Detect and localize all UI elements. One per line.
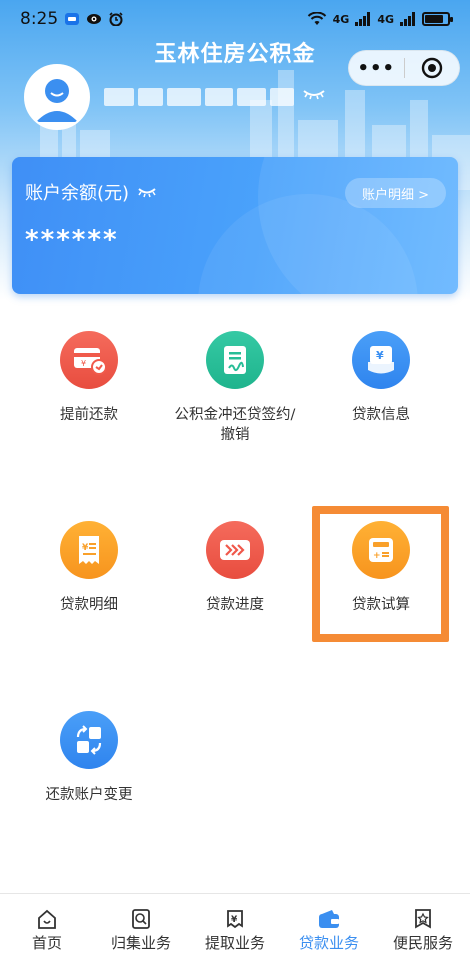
- star-badge-icon: [415, 909, 431, 929]
- menu-item-loan-progress[interactable]: 贷款进度: [160, 521, 310, 615]
- menu-item-loan-detail[interactable]: ¥ 贷款明细: [14, 521, 164, 615]
- close-circle-icon: [421, 57, 442, 79]
- menu-label: 提前还款: [60, 407, 118, 423]
- tab-label: 提取业务: [204, 934, 265, 952]
- receipt-icon: ¥: [60, 521, 118, 579]
- tab-loan[interactable]: 贷款业务: [282, 894, 376, 960]
- message-notification-icon: [65, 13, 80, 25]
- tab-label: 首页: [31, 934, 62, 952]
- menu-label: 还款账户变更: [45, 787, 133, 803]
- menu-item-early-repay[interactable]: ¥ 提前还款: [14, 331, 164, 425]
- menu-label: 公积金冲还贷签约/撤销: [174, 407, 296, 443]
- balance-label-row: 账户余额(元): [25, 179, 157, 205]
- avatar[interactable]: [24, 64, 90, 130]
- svg-text:¥: ¥: [82, 543, 89, 553]
- tab-label: 便民服务: [392, 934, 453, 952]
- menu-label: 贷款信息: [352, 407, 410, 423]
- highlight-box: [312, 506, 449, 642]
- account-change-icon: [60, 711, 118, 769]
- early-repay-icon: ¥: [60, 331, 118, 389]
- close-button[interactable]: [404, 57, 459, 79]
- signal-icon-2: [400, 12, 415, 26]
- balance-card: 账户余额(元) ****** 账户明细 >: [12, 157, 458, 294]
- svg-text:¥: ¥: [376, 349, 384, 362]
- menu-label: 贷款明细: [60, 597, 118, 613]
- tab-collection[interactable]: 归集业务: [94, 894, 188, 960]
- loan-info-icon: ¥: [352, 331, 410, 389]
- more-button[interactable]: •••: [349, 58, 404, 79]
- battery-icon: [422, 12, 453, 26]
- balance-label: 账户余额(元): [25, 183, 130, 204]
- menu-item-contract[interactable]: 公积金冲还贷签约/撤销: [160, 331, 310, 445]
- status-bar: 8:25 4G 4G: [0, 0, 470, 38]
- tab-label: 贷款业务: [298, 934, 359, 952]
- eye-icon: [87, 14, 102, 24]
- balance-value: ******: [25, 225, 119, 255]
- contract-icon: [206, 331, 264, 389]
- wallet-icon: [319, 910, 339, 928]
- tab-home[interactable]: 首页: [0, 894, 94, 960]
- wifi-icon: [307, 12, 326, 25]
- bottom-tab-bar: 首页 归集业务 ¥ 提取业务 贷款业务 便民服务: [0, 893, 470, 960]
- eye-closed-icon[interactable]: [137, 186, 157, 198]
- tab-withdraw[interactable]: ¥ 提取业务: [188, 894, 282, 960]
- alarm-icon: [109, 12, 123, 26]
- user-avatar-icon: [26, 66, 88, 128]
- tab-label: 归集业务: [110, 934, 171, 952]
- tab-convenience[interactable]: 便民服务: [376, 894, 470, 960]
- network-type-1: 4G: [332, 12, 350, 26]
- menu-item-loan-info[interactable]: ¥ 贷款信息: [306, 331, 456, 425]
- menu-item-account-change[interactable]: 还款账户变更: [14, 711, 164, 805]
- account-detail-button[interactable]: 账户明细 >: [345, 178, 446, 208]
- menu-label: 贷款进度: [206, 597, 264, 613]
- user-name-masked: [104, 84, 295, 110]
- home-icon: [38, 909, 56, 929]
- progress-icon: [206, 521, 264, 579]
- signal-icon: [355, 12, 371, 26]
- eye-closed-icon[interactable]: [302, 88, 326, 100]
- search-doc-icon: [132, 909, 150, 929]
- svg-text:¥: ¥: [231, 915, 238, 925]
- status-time: 8:25: [20, 9, 59, 29]
- miniprogram-capsule: •••: [348, 50, 460, 86]
- svg-text:¥: ¥: [81, 359, 86, 368]
- network-type-2: 4G: [377, 12, 394, 26]
- withdraw-icon: ¥: [227, 910, 243, 929]
